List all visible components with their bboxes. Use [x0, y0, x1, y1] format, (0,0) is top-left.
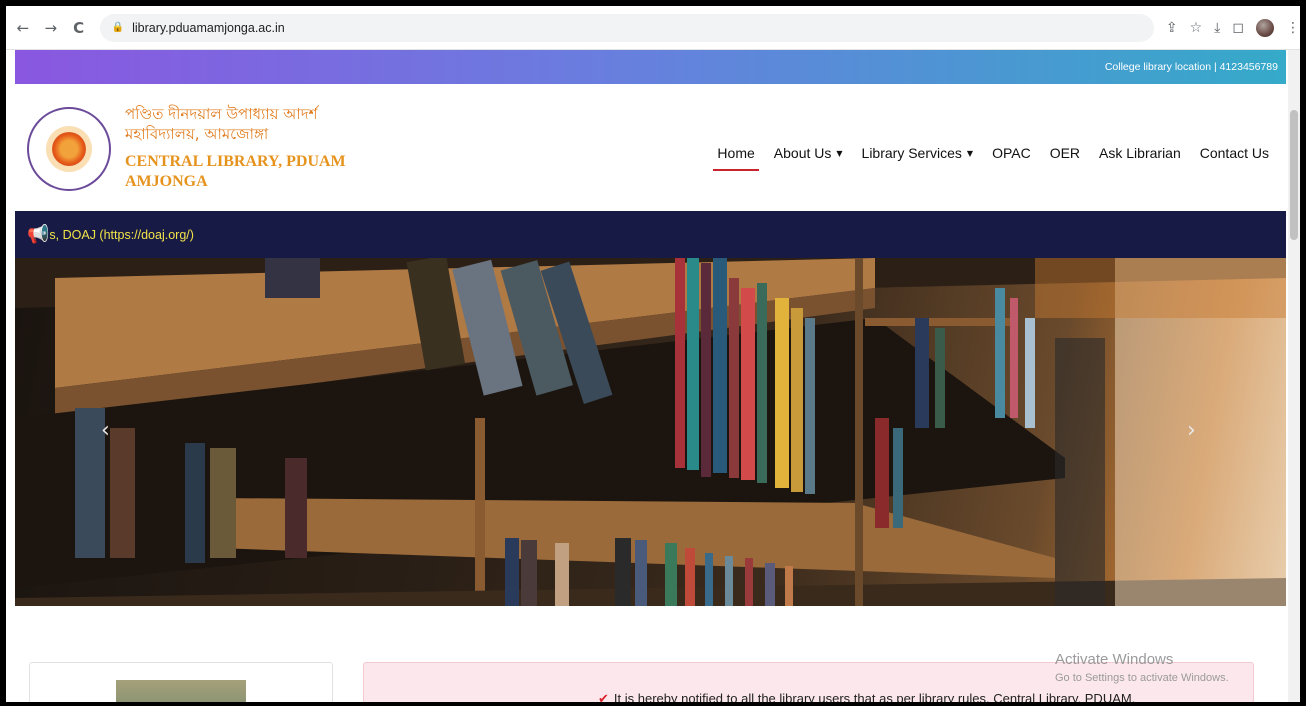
announcement-marquee: 📢 s, DOAJ (https://doaj.org/) [15, 211, 1286, 258]
nav-library-services[interactable]: Library Services ▼ [862, 145, 974, 171]
bookshelf-image [15, 258, 1286, 606]
location-phone-text[interactable]: College library location | 4123456789 [1105, 61, 1278, 73]
library-name-line2: AMJONGA [125, 173, 208, 190]
nav-home[interactable]: Home [713, 145, 760, 171]
browser-window: ← → C 🔒 library.pduamamjonga.ac.in ⇪ ☆ ⤓… [6, 6, 1300, 702]
browser-toolbar: ← → C 🔒 library.pduamamjonga.ac.in ⇪ ☆ ⤓… [6, 6, 1300, 50]
nav-oer-label: OER [1049, 145, 1081, 161]
lock-icon[interactable]: 🔒 [112, 22, 124, 33]
split-view-icon[interactable]: ◻ [1232, 20, 1244, 36]
hero-carousel: ‹ › [15, 258, 1286, 606]
nav-contact-label: Contact Us [1199, 145, 1269, 161]
activate-windows-watermark: Activate Windows Go to Settings to activ… [1055, 651, 1229, 684]
nav-contact-us[interactable]: Contact Us [1200, 145, 1269, 171]
librarian-photo-card [29, 662, 333, 702]
nav-services-label: Library Services [861, 145, 962, 161]
page-scrollbar[interactable] [1288, 50, 1300, 702]
browser-actions: ⇪ ☆ ⤓ ◻ ⋮ [1166, 18, 1300, 37]
download-icon[interactable]: ⤓ [1214, 20, 1220, 36]
nav-ask-librarian[interactable]: Ask Librarian [1099, 145, 1181, 171]
check-icon: ✔ [598, 692, 609, 702]
nav-ask-label: Ask Librarian [1099, 145, 1181, 161]
nav-about-label: About Us [773, 145, 832, 161]
scrollbar-thumb[interactable] [1290, 110, 1298, 240]
address-bar[interactable]: 🔒 library.pduamamjonga.ac.in [99, 13, 1154, 42]
site-brand[interactable]: পণ্ডিত দীনদয়াল উপাধ্যায় আদর্শ মহাবিদ্য… [125, 104, 365, 192]
chevron-down-icon: ▼ [966, 149, 974, 158]
share-icon[interactable]: ⇪ [1166, 20, 1178, 36]
librarian-photo [116, 680, 246, 702]
notice-text: ✔ It is hereby notified to all the librar… [598, 691, 1135, 702]
chevron-down-icon: ▼ [836, 149, 843, 158]
top-info-bar: College library location | 4123456789 [15, 50, 1286, 84]
college-name-bengali-line1: পণ্ডিত দীনদয়াল উপাধ্যায় আদর্শ [125, 105, 318, 123]
college-name-bengali-line2: মহাবিদ্যালয়, আমজোঙ্গা [125, 125, 269, 143]
college-logo[interactable] [27, 107, 111, 191]
nav-home-label: Home [717, 145, 755, 161]
profile-avatar[interactable] [1255, 18, 1274, 37]
notice-body: It is hereby notified to all the library… [613, 691, 1136, 702]
main-navigation: Home About Us ▼ Library Services ▼ OPAC OE… [713, 145, 1269, 171]
back-icon[interactable]: ← [12, 17, 34, 39]
forward-icon[interactable]: → [40, 17, 62, 39]
reload-icon[interactable]: C [68, 17, 90, 39]
carousel-prev-button[interactable]: ‹ [101, 418, 110, 443]
sun-emblem-icon [52, 132, 86, 166]
star-icon[interactable]: ☆ [1190, 20, 1203, 36]
notice-graphic: ••• ••• [458, 699, 519, 702]
watermark-subtitle: Go to Settings to activate Windows. [1055, 672, 1229, 684]
nav-opac-label: OPAC [992, 145, 1031, 161]
marquee-text[interactable]: s, DOAJ (https://doaj.org/) [49, 228, 194, 242]
nav-oer[interactable]: OER [1050, 145, 1080, 171]
url-text: library.pduamamjonga.ac.in [132, 20, 285, 35]
watermark-title: Activate Windows [1055, 651, 1174, 668]
nav-about-us[interactable]: About Us ▼ [774, 145, 843, 171]
nav-opac[interactable]: OPAC [992, 145, 1031, 171]
carousel-next-button[interactable]: › [1187, 418, 1196, 443]
site-header: পণ্ডিত দীনদয়াল উপাধ্যায় আদর্শ মহাবিদ্য… [15, 84, 1286, 211]
library-name-line1: CENTRAL LIBRARY, PDUAM [125, 153, 346, 170]
megaphone-icon: 📢 [27, 224, 50, 245]
browser-menu-icon[interactable]: ⋮ [1286, 20, 1300, 36]
